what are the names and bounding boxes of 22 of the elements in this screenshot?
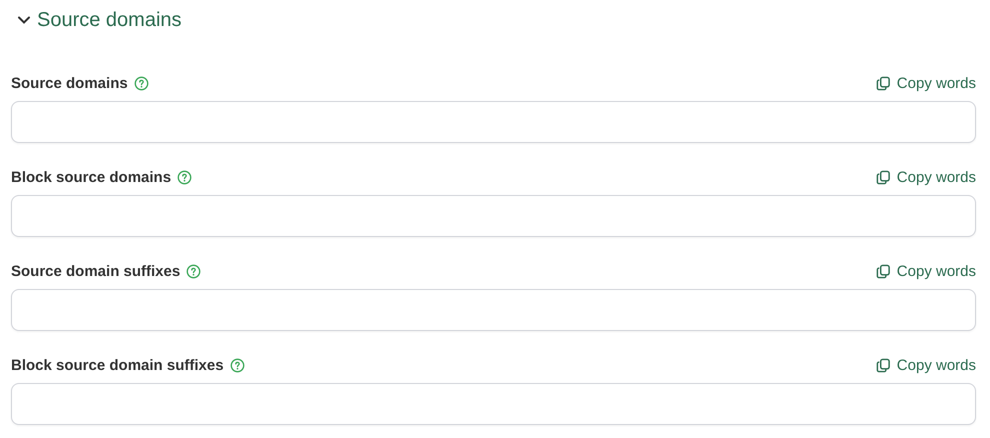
copy-icon bbox=[876, 358, 891, 372]
help-icon[interactable] bbox=[177, 170, 192, 184]
copy-words-button[interactable]: Copy words bbox=[876, 356, 976, 374]
input-field[interactable] bbox=[11, 195, 976, 237]
field-label: Block source domains bbox=[11, 168, 172, 186]
field-label: Source domain suffixes bbox=[11, 262, 180, 280]
copy-icon bbox=[876, 76, 891, 90]
copy-words-button[interactable]: Copy words bbox=[876, 168, 976, 186]
input-field[interactable] bbox=[11, 101, 976, 143]
help-icon[interactable] bbox=[186, 264, 202, 278]
field-label: Block source domain suffixes bbox=[11, 356, 224, 374]
input-field[interactable] bbox=[11, 383, 976, 425]
section-title[interactable]: Source domains bbox=[37, 8, 182, 32]
copy-words-button[interactable]: Copy words bbox=[876, 74, 976, 92]
field-label: Source domains bbox=[11, 74, 128, 92]
chevron-icon[interactable] bbox=[17, 15, 31, 25]
copy-words-button[interactable]: Copy words bbox=[876, 262, 976, 280]
help-icon[interactable] bbox=[230, 358, 245, 372]
copy-icon bbox=[876, 264, 891, 278]
input-field[interactable] bbox=[11, 289, 976, 331]
copy-icon bbox=[876, 170, 891, 184]
help-icon[interactable] bbox=[134, 76, 149, 90]
